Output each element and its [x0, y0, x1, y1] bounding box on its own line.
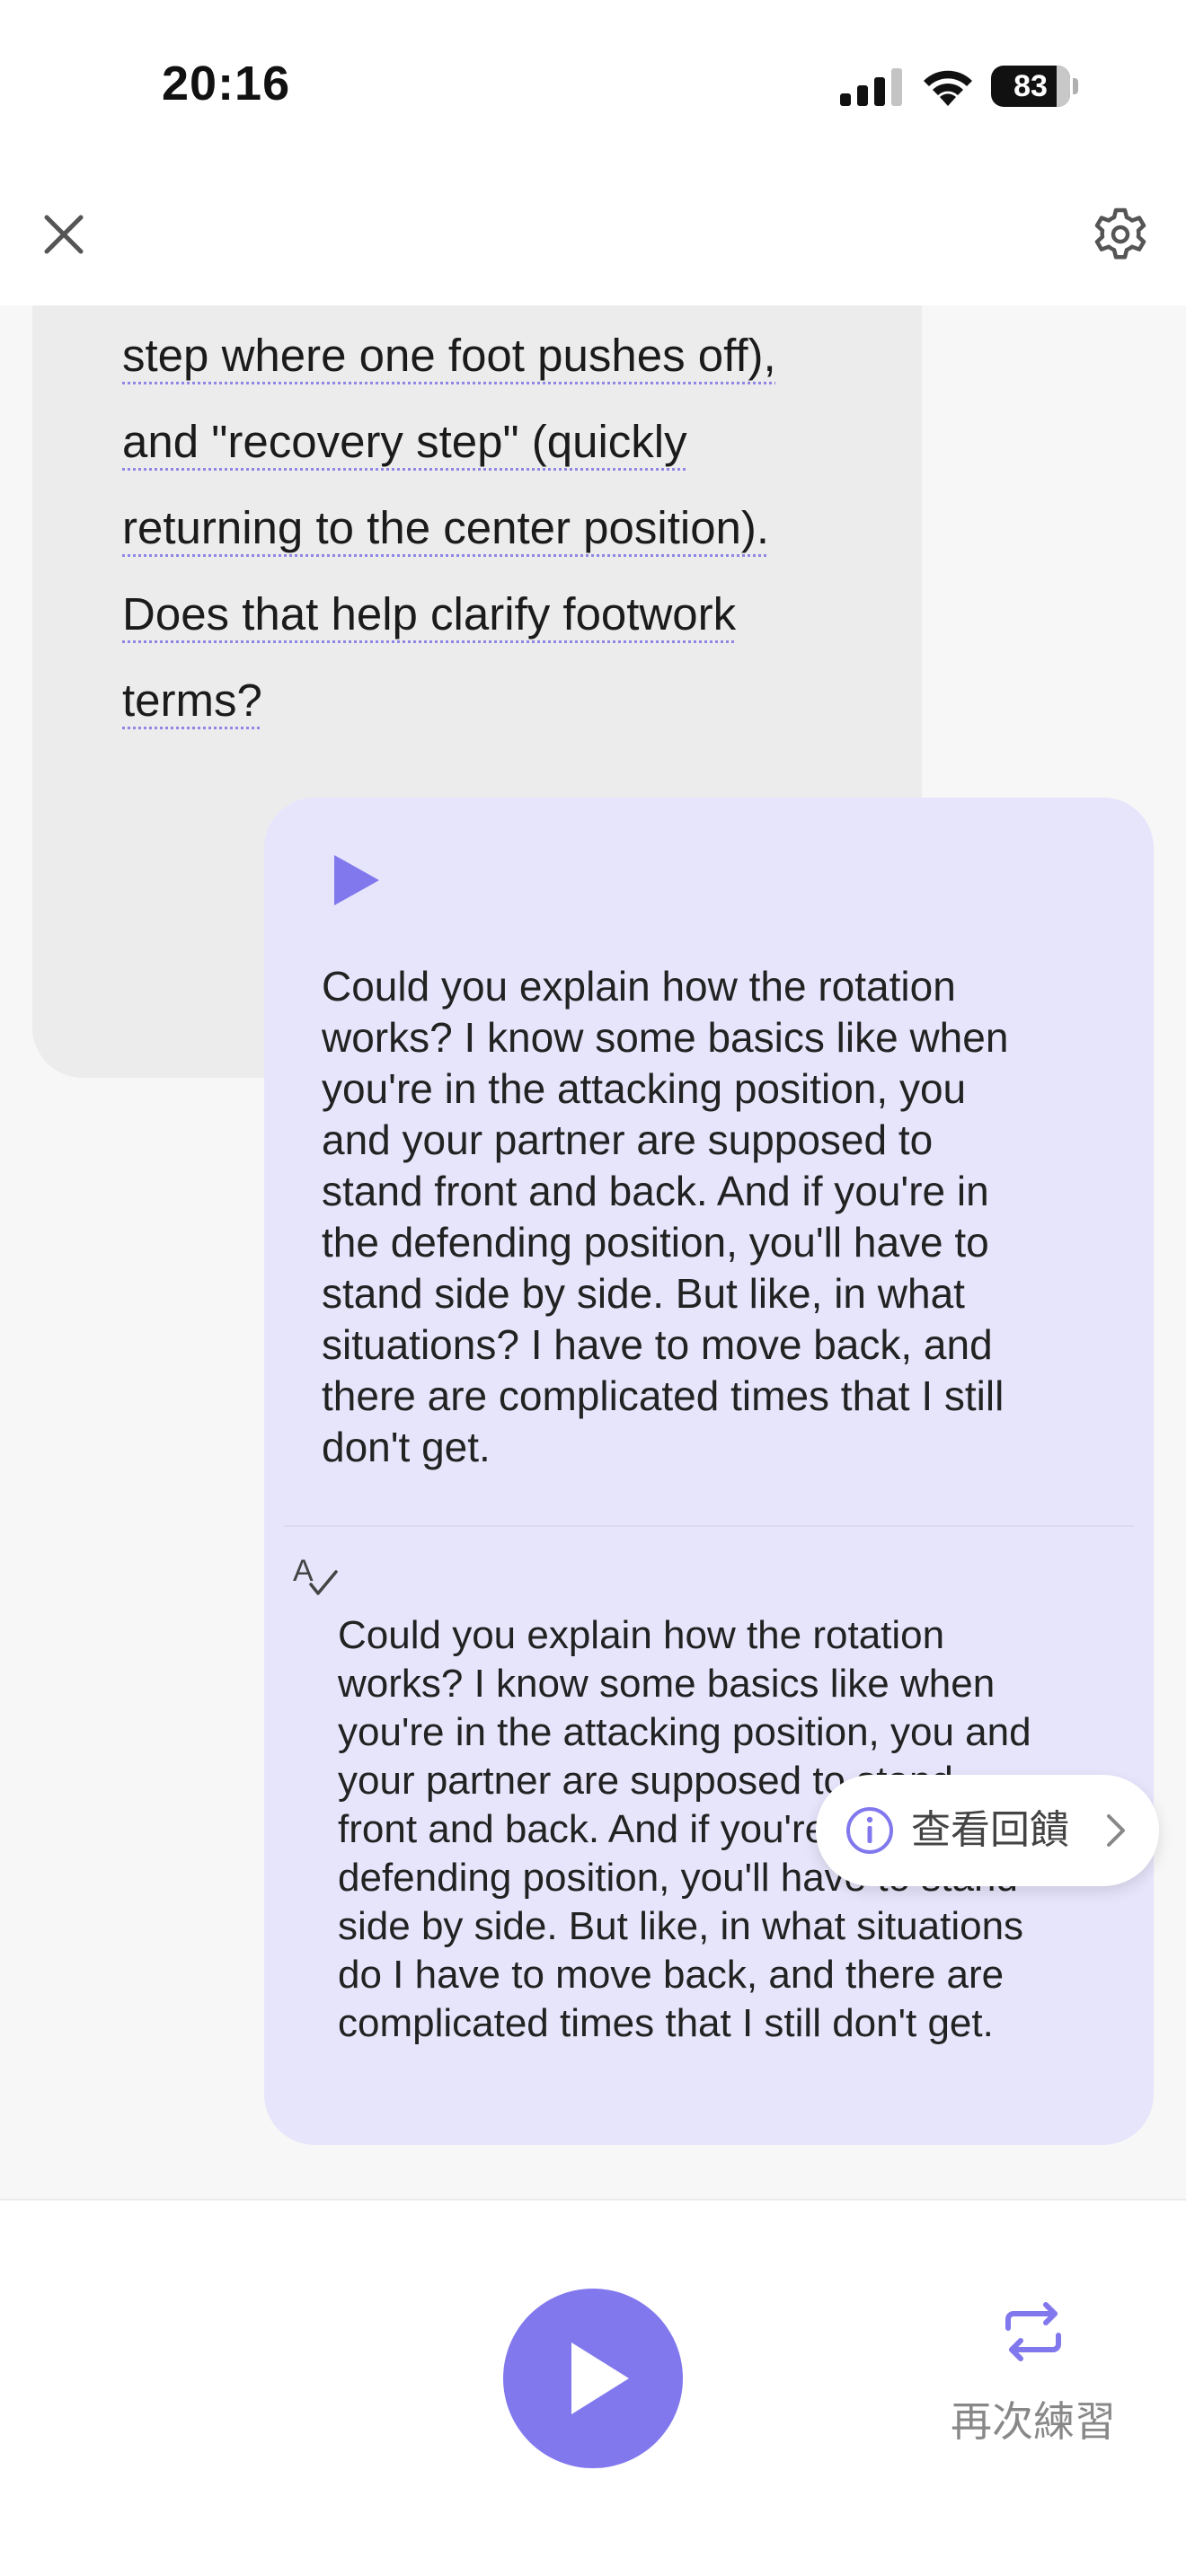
battery-indicator: 83 [991, 66, 1078, 107]
battery-icon: 83 [991, 66, 1070, 107]
repeat-icon [1005, 2302, 1061, 2361]
view-feedback-button[interactable]: 查看回饋 [816, 1775, 1159, 1886]
settings-button[interactable] [1089, 203, 1152, 266]
practice-again-button[interactable]: 再次練習 [934, 2299, 1132, 2452]
divider [284, 1525, 1134, 1527]
close-icon [44, 215, 84, 254]
user-message-text: Could you explain how the rotation works… [322, 963, 1009, 1470]
wifi-icon [924, 70, 972, 106]
gear-icon [1094, 207, 1146, 260]
user-message-bubble: Could you explain how the rotation works… [264, 798, 1154, 2145]
status-bar: 20:16 83 [0, 0, 1186, 180]
status-time: 20:16 [162, 57, 291, 110]
close-button[interactable] [32, 203, 95, 266]
info-icon [846, 1807, 893, 1854]
bottom-bar: 再次練習 [0, 2199, 1186, 2576]
screen: 20:16 83 step where one foot pushes off)… [0, 0, 1186, 2576]
play-icon [571, 2342, 629, 2414]
play-audio-icon[interactable] [329, 851, 383, 909]
view-feedback-label: 查看回饋 [911, 1808, 1069, 1852]
grammar-check-icon: A [293, 1554, 338, 1595]
svg-text:A: A [293, 1554, 314, 1588]
battery-level: 83 [1013, 69, 1048, 103]
chat-area[interactable]: step where one foot pushes off), and "re… [0, 305, 1186, 2199]
practice-again-label: 再次練習 [951, 2398, 1116, 2445]
play-button[interactable] [503, 2289, 683, 2468]
ai-message-text[interactable]: step where one foot pushes off), and "re… [122, 313, 931, 744]
header [0, 180, 1186, 305]
cellular-signal-icon [840, 68, 902, 106]
chevron-right-icon [1107, 1814, 1125, 1847]
